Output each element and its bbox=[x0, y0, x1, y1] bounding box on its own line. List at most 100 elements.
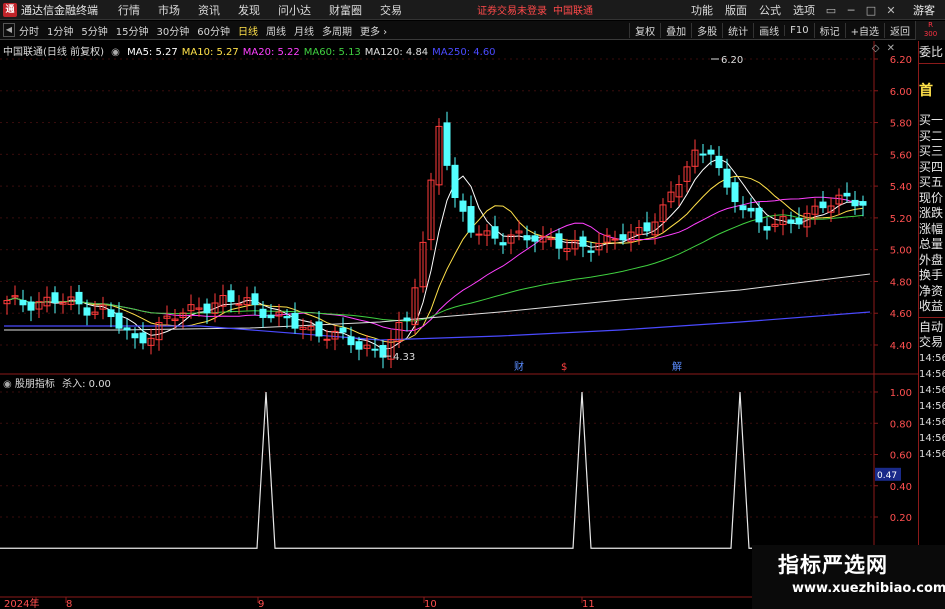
minimize-icon[interactable]: ─ bbox=[841, 4, 861, 17]
candle-body bbox=[579, 236, 587, 247]
price-tick-label: 5.60 bbox=[890, 150, 912, 161]
period-daily[interactable]: 日线 bbox=[234, 23, 262, 38]
candle-body bbox=[75, 291, 83, 305]
btn-huaxian[interactable]: 画线 bbox=[753, 23, 784, 38]
btn-fanhui[interactable]: 返回 bbox=[884, 23, 915, 38]
menu-caifuquan[interactable]: 财富圈 bbox=[320, 2, 371, 18]
corner-top-text: R bbox=[928, 21, 933, 29]
menu-hangqing[interactable]: 行情 bbox=[109, 2, 149, 18]
turnover-label: 换手 bbox=[919, 268, 944, 282]
menu-jiaoyi[interactable]: 交易 bbox=[371, 2, 411, 18]
candle-body bbox=[459, 200, 467, 212]
candle-body bbox=[755, 207, 763, 223]
period-5min[interactable]: 5分钟 bbox=[77, 23, 111, 38]
login-notice[interactable]: 证券交易未登录 bbox=[477, 2, 547, 17]
candle-body bbox=[619, 234, 627, 241]
candle-body bbox=[443, 122, 451, 166]
spacer-blank bbox=[919, 66, 945, 84]
period-fenshi[interactable]: 分时 bbox=[15, 23, 43, 38]
guest-label[interactable]: 游客 bbox=[913, 2, 935, 18]
candle-body bbox=[523, 235, 531, 241]
candle-body bbox=[715, 155, 723, 169]
auto-trade-label-2[interactable]: 交易 bbox=[919, 335, 945, 351]
main-chart-info: 中国联通(日线 前复权) ◉ MA5: 5.27 MA10: 5.27 MA20: … bbox=[3, 43, 504, 58]
period-60min[interactable]: 60分钟 bbox=[193, 23, 234, 38]
candle-body bbox=[787, 219, 795, 224]
diamond-icon[interactable]: ◇ bbox=[872, 43, 880, 54]
menu-shichang[interactable]: 市场 bbox=[149, 2, 189, 18]
period-monthly[interactable]: 月线 bbox=[290, 23, 318, 38]
period-weekly[interactable]: 周线 bbox=[262, 23, 290, 38]
kline-chart[interactable]: 6.20 6.00 5.80 5.60 5.40 5.20 5.00 4.80 4.60 4.40… bbox=[0, 41, 918, 609]
weibi-label: 委比 bbox=[919, 45, 944, 59]
btn-fuquan[interactable]: 复权 bbox=[629, 23, 660, 38]
app-logo-icon: 通 bbox=[3, 2, 17, 17]
btn-add-watchlist[interactable]: +自选 bbox=[844, 23, 884, 38]
period-more-label: 更多 bbox=[359, 26, 380, 38]
auto-trade-label-1[interactable]: 自动 bbox=[919, 320, 945, 336]
bid-3-label: 买三 bbox=[919, 144, 944, 158]
ind-tick-label: 0.60 bbox=[890, 451, 912, 462]
candle-body bbox=[347, 336, 355, 346]
candle-body bbox=[107, 309, 115, 318]
menu-banmian[interactable]: 版面 bbox=[719, 2, 753, 18]
event-marker: 解 bbox=[672, 360, 682, 373]
event-marker: 财 bbox=[514, 360, 524, 373]
tick-time: 14:56 bbox=[919, 416, 945, 428]
price-label: 现价 bbox=[919, 190, 944, 205]
candle-body bbox=[723, 168, 731, 188]
period-multi[interactable]: 多周期 bbox=[318, 23, 356, 38]
tick-time: 14:56 bbox=[919, 432, 945, 444]
change-label: 涨跌 bbox=[919, 206, 944, 220]
current-stock-name: 中国联通 bbox=[553, 6, 593, 17]
candle-body bbox=[739, 205, 747, 211]
toolbar-collapse-icon[interactable]: ◀ bbox=[3, 23, 15, 37]
divider bbox=[919, 62, 945, 64]
bid-5-label: 买五 bbox=[919, 175, 944, 189]
indicator-name[interactable]: 股朋指标 bbox=[15, 379, 55, 390]
period-15min[interactable]: 15分钟 bbox=[112, 23, 153, 38]
indicator-value: 杀入: 0.00 bbox=[62, 379, 111, 390]
price-tick-label: 5.20 bbox=[890, 214, 912, 225]
maximize-icon[interactable]: □ bbox=[861, 4, 881, 17]
menu-gongneng[interactable]: 功能 bbox=[685, 2, 719, 18]
menu-wenxiaoda[interactable]: 问小达 bbox=[269, 2, 320, 18]
settings-circle-icon[interactable]: ◉ bbox=[3, 379, 12, 390]
first-label: 首 bbox=[919, 82, 933, 99]
btn-duogu[interactable]: 多股 bbox=[691, 23, 722, 38]
tick-time: 14:56 bbox=[919, 448, 945, 460]
ma-label: MA5: 5.27 bbox=[127, 47, 178, 58]
price-tick-label: 5.80 bbox=[890, 119, 912, 130]
period-toolbar: ◀ 分时 1分钟 5分钟 15分钟 30分钟 60分钟 日线 周线 月线 多周期… bbox=[0, 21, 945, 40]
settings-circle-icon[interactable]: ◉ bbox=[111, 47, 120, 58]
period-more[interactable]: 更多 › bbox=[356, 23, 391, 38]
x-axis-label: 2024年 bbox=[4, 597, 39, 609]
ind-tick-label: 0.80 bbox=[890, 419, 912, 430]
menu-faxian[interactable]: 发现 bbox=[229, 2, 269, 18]
ma-label: MA20: 5.22 bbox=[242, 47, 300, 58]
restore-icon[interactable]: ▭ bbox=[821, 4, 841, 17]
candle-body bbox=[259, 308, 267, 318]
btn-tongji[interactable]: 统计 bbox=[722, 23, 753, 38]
toolbar-corner-badge[interactable]: R 300 bbox=[915, 21, 945, 40]
btn-biaoji[interactable]: 标记 bbox=[813, 23, 845, 38]
candle-body bbox=[819, 201, 827, 209]
close-icon[interactable]: ✕ bbox=[881, 4, 901, 17]
candle-body bbox=[747, 207, 755, 212]
period-30min[interactable]: 30分钟 bbox=[152, 23, 193, 38]
menu-zixun[interactable]: 资讯 bbox=[189, 2, 229, 18]
menu-gongshi[interactable]: 公式 bbox=[753, 2, 787, 18]
candle-body bbox=[355, 341, 363, 350]
high-label: 6.20 bbox=[721, 55, 743, 66]
btn-f10[interactable]: F10 bbox=[784, 25, 813, 36]
quote-side-panel: 委比 首 买一 买二 买三 买四 买五 现价 涨跌 涨幅 总量 外盘 换手 净资… bbox=[918, 41, 945, 609]
close-icon[interactable]: ✕ bbox=[887, 43, 895, 54]
menu-xuanxiang[interactable]: 选项 bbox=[787, 2, 821, 18]
indicator-lines bbox=[0, 391, 874, 549]
btn-diejia[interactable]: 叠加 bbox=[660, 23, 691, 38]
low-label: 4.33 bbox=[393, 352, 415, 363]
candle-body bbox=[707, 149, 715, 155]
axis-labels: 6.20 6.00 5.80 5.60 5.40 5.20 5.00 4.80 4.60 4.40… bbox=[4, 55, 912, 609]
period-1min[interactable]: 1分钟 bbox=[43, 23, 77, 38]
watermark: 指标严选网 www.xuezhibiao.com bbox=[752, 545, 945, 609]
